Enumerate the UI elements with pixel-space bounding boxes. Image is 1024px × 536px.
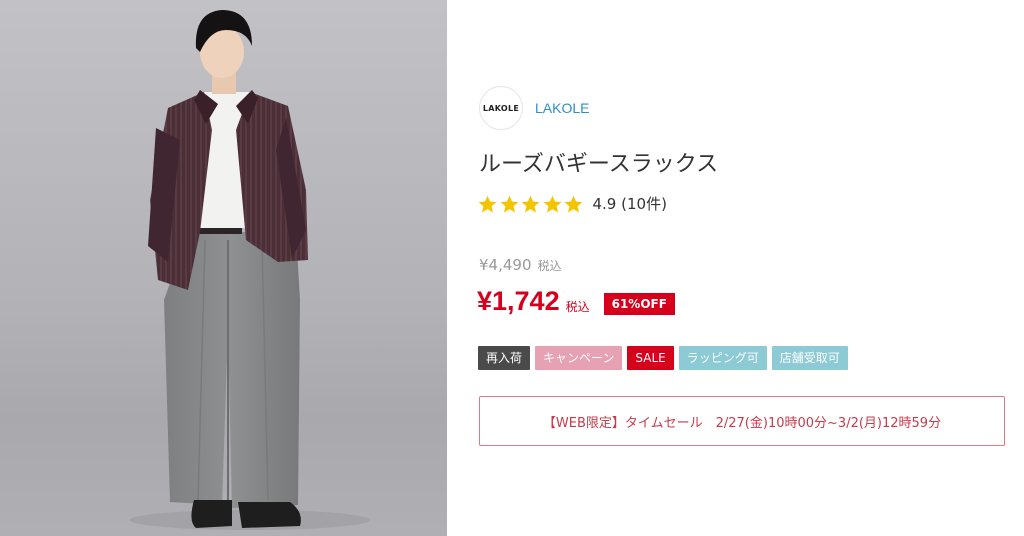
product-title: ルーズバギースラックス — [479, 152, 719, 177]
brand-logo[interactable]: LAKOLE — [479, 86, 523, 130]
original-price: ¥4,490 — [479, 256, 532, 274]
rating-row[interactable]: 4.9 (10件) — [477, 193, 667, 214]
product-image[interactable] — [0, 0, 447, 536]
sale-price-row: ¥1,742 税込 61%OFF — [477, 286, 675, 317]
model-illustration — [130, 10, 370, 530]
tag-wrapping: ラッピング可 — [678, 346, 767, 370]
time-sale-banner[interactable]: 【WEB限定】タイムセール 2/27(金)10時00分~3/2(月)12時59分 — [479, 396, 1005, 446]
product-tags: 再入荷 キャンペーン SALE ラッピング可 店舗受取可 — [478, 346, 853, 370]
tag-store-pickup: 店舗受取可 — [771, 346, 848, 370]
discount-badge: 61%OFF — [603, 292, 675, 315]
tag-campaign: キャンペーン — [535, 346, 623, 370]
star-icon — [543, 195, 561, 212]
brand-row: LAKOLE LAKOLE — [479, 86, 589, 130]
star-icon — [521, 195, 540, 212]
sale-price: ¥1,742 — [477, 286, 560, 316]
rating-score: 4.9 — [592, 195, 617, 213]
star-icon — [500, 195, 518, 212]
star-icon — [564, 195, 583, 212]
star-icon — [478, 195, 497, 212]
product-info-panel: LAKOLE LAKOLE ルーズバギースラックス 4.9 (10件) ¥4,4… — [447, 0, 1024, 536]
tag-restock: 再入荷 — [478, 346, 531, 370]
rating-count: (10件) — [621, 195, 667, 213]
rating-text: 4.9 (10件) — [593, 193, 667, 214]
rating-stars — [477, 194, 585, 214]
original-price-tax-label: 税込 — [537, 259, 562, 273]
brand-link[interactable]: LAKOLE — [535, 100, 589, 116]
original-price-row: ¥4,490 税込 — [479, 256, 562, 274]
tag-sale: SALE — [627, 346, 674, 370]
sale-price-tax-label: 税込 — [565, 299, 590, 314]
